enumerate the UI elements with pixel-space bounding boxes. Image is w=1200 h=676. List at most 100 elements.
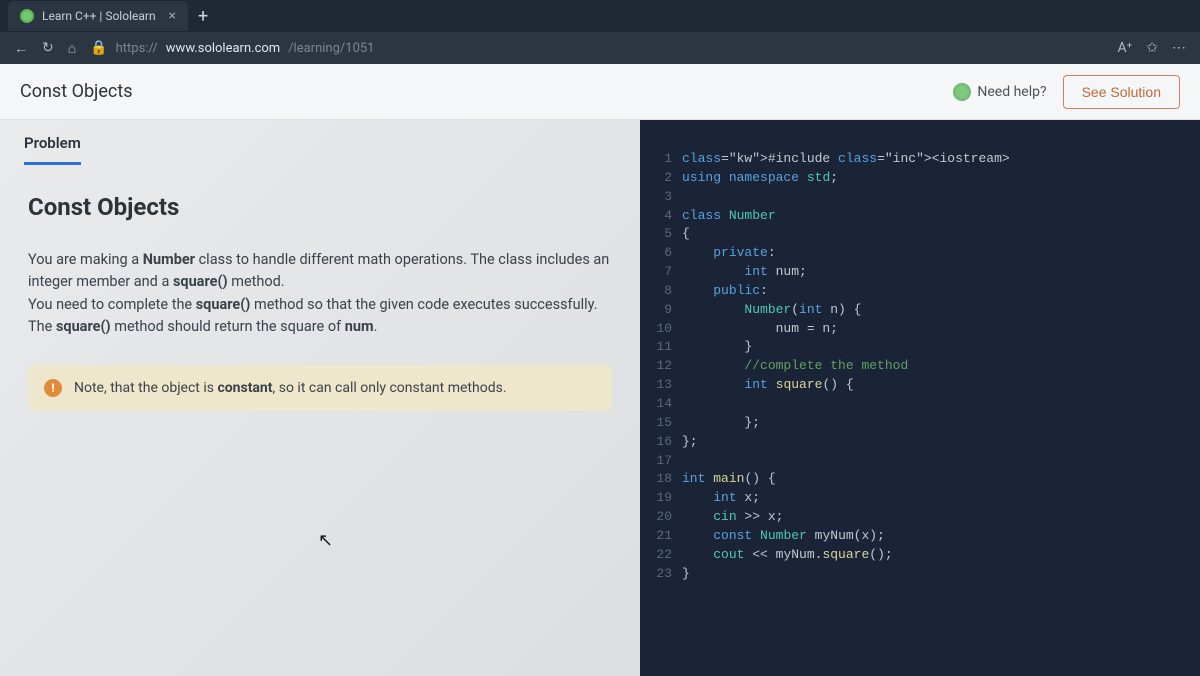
line-number: 6 bbox=[640, 244, 672, 263]
favorites-icon[interactable]: ✩ bbox=[1146, 40, 1158, 56]
code-editor[interactable]: 1234567891011121314151617181920212223 cl… bbox=[640, 120, 1200, 676]
problem-text-span: The bbox=[28, 318, 56, 335]
note-bold: constant bbox=[217, 380, 272, 396]
line-number: 1 bbox=[640, 150, 672, 169]
code-line[interactable]: int x; bbox=[682, 489, 1200, 508]
close-icon[interactable]: × bbox=[169, 8, 176, 24]
line-number: 12 bbox=[640, 357, 672, 376]
collections-icon[interactable]: ⋯ bbox=[1172, 40, 1186, 56]
app-header: Const Objects Need help? See Solution bbox=[0, 64, 1200, 120]
note-span: , so it can call only constant methods. bbox=[273, 380, 507, 396]
address-bar-actions: A⁺ ✩ ⋯ bbox=[1118, 40, 1187, 56]
code-line[interactable]: const Number myNum(x); bbox=[682, 527, 1200, 546]
problem-bold: square() bbox=[56, 318, 111, 335]
line-number: 9 bbox=[640, 301, 672, 320]
tab-title: Learn C++ | Sololearn bbox=[42, 9, 156, 23]
problem-text-span: method. bbox=[228, 273, 285, 290]
lesson-title: Const Objects bbox=[20, 81, 133, 102]
line-number: 20 bbox=[640, 508, 672, 527]
back-icon[interactable]: ← bbox=[14, 40, 28, 57]
warning-icon: ! bbox=[44, 379, 62, 397]
problem-bold: square() bbox=[173, 273, 228, 290]
code-line[interactable]: class Number bbox=[682, 207, 1200, 226]
favicon-icon bbox=[20, 9, 34, 23]
line-number: 23 bbox=[640, 565, 672, 584]
problem-heading: Const Objects bbox=[28, 193, 612, 221]
problem-bold: num bbox=[345, 318, 374, 335]
problem-tabs: Problem bbox=[0, 120, 640, 165]
line-number: 22 bbox=[640, 546, 672, 565]
cursor-icon: ↖ bbox=[318, 530, 333, 551]
line-number: 15 bbox=[640, 414, 672, 433]
problem-text-span: method should return the square of bbox=[111, 318, 345, 335]
lock-icon: 🔒 bbox=[90, 40, 107, 56]
url-protocol: https:// bbox=[116, 41, 158, 56]
problem-bold: Number bbox=[143, 251, 195, 268]
note-box: ! Note, that the object is constant, so … bbox=[28, 365, 612, 411]
note-span: Note, that the object is bbox=[74, 380, 217, 396]
line-number: 3 bbox=[640, 188, 672, 207]
line-number: 11 bbox=[640, 338, 672, 357]
new-tab-button[interactable]: + bbox=[188, 6, 218, 27]
line-number: 2 bbox=[640, 169, 672, 188]
code-line[interactable]: }; bbox=[682, 414, 1200, 433]
code-line[interactable]: cout << myNum.square(); bbox=[682, 546, 1200, 565]
problem-panel: Problem Const Objects You are making a N… bbox=[0, 120, 640, 676]
line-number: 16 bbox=[640, 433, 672, 452]
code-line[interactable]: cin >> x; bbox=[682, 508, 1200, 527]
code-line[interactable]: { bbox=[682, 225, 1200, 244]
problem-content: Const Objects You are making a Number cl… bbox=[0, 165, 640, 439]
problem-bold: square() bbox=[196, 296, 251, 313]
line-number: 10 bbox=[640, 320, 672, 339]
problem-text-span: You need to complete the bbox=[28, 296, 196, 313]
url-field[interactable]: 🔒 https:// www.sololearn.com/learning/105… bbox=[90, 40, 1103, 56]
line-number: 13 bbox=[640, 376, 672, 395]
code-line[interactable]: int main() { bbox=[682, 470, 1200, 489]
browser-tab-bar: Learn C++ | Sololearn × + bbox=[0, 0, 1200, 32]
code-line[interactable] bbox=[682, 188, 1200, 207]
code-line[interactable]: num = n; bbox=[682, 320, 1200, 339]
line-gutter: 1234567891011121314151617181920212223 bbox=[640, 150, 682, 676]
header-actions: Need help? See Solution bbox=[953, 75, 1180, 109]
help-icon bbox=[953, 83, 971, 101]
problem-text-span: You are making a bbox=[28, 251, 143, 268]
need-help-label: Need help? bbox=[977, 84, 1046, 100]
line-number: 14 bbox=[640, 395, 672, 414]
code-line[interactable] bbox=[682, 395, 1200, 414]
code-line[interactable]: }; bbox=[682, 433, 1200, 452]
line-number: 18 bbox=[640, 470, 672, 489]
code-line[interactable]: } bbox=[682, 338, 1200, 357]
address-bar: ← ↻ ⌂ 🔒 https:// www.sololearn.com/learni… bbox=[0, 32, 1200, 64]
browser-chrome: Learn C++ | Sololearn × + ← ↻ ⌂ 🔒 https:… bbox=[0, 0, 1200, 64]
browser-tab[interactable]: Learn C++ | Sololearn × bbox=[8, 1, 188, 31]
code-line[interactable]: using namespace std; bbox=[682, 169, 1200, 188]
code-line[interactable]: } bbox=[682, 565, 1200, 584]
refresh-icon[interactable]: ↻ bbox=[42, 40, 54, 56]
code-line[interactable]: int square() { bbox=[682, 376, 1200, 395]
code-line[interactable]: Number(int n) { bbox=[682, 301, 1200, 320]
see-solution-button[interactable]: See Solution bbox=[1063, 75, 1180, 109]
code-body[interactable]: class="kw">#include class="inc"><iostrea… bbox=[682, 150, 1200, 676]
code-line[interactable]: public: bbox=[682, 282, 1200, 301]
need-help-link[interactable]: Need help? bbox=[953, 83, 1046, 101]
home-icon[interactable]: ⌂ bbox=[68, 40, 76, 57]
tab-problem[interactable]: Problem bbox=[24, 134, 81, 165]
line-number: 8 bbox=[640, 282, 672, 301]
code-line[interactable] bbox=[682, 452, 1200, 471]
problem-text: You are making a Number class to handle … bbox=[28, 249, 612, 339]
problem-text-span: method so that the given code executes s… bbox=[250, 296, 597, 313]
code-line[interactable]: int num; bbox=[682, 263, 1200, 282]
code-line[interactable]: class="kw">#include class="inc"><iostrea… bbox=[682, 150, 1200, 169]
problem-text-span: . bbox=[374, 318, 378, 335]
read-aloud-icon[interactable]: A⁺ bbox=[1118, 40, 1133, 56]
line-number: 17 bbox=[640, 452, 672, 471]
line-number: 21 bbox=[640, 527, 672, 546]
note-text: Note, that the object is constant, so it… bbox=[74, 380, 507, 396]
code-line[interactable]: //complete the method bbox=[682, 357, 1200, 376]
line-number: 7 bbox=[640, 263, 672, 282]
url-path: /learning/1051 bbox=[288, 41, 374, 56]
url-domain: www.sololearn.com bbox=[166, 41, 280, 56]
main-content: Problem Const Objects You are making a N… bbox=[0, 120, 1200, 676]
line-number: 4 bbox=[640, 207, 672, 226]
code-line[interactable]: private: bbox=[682, 244, 1200, 263]
